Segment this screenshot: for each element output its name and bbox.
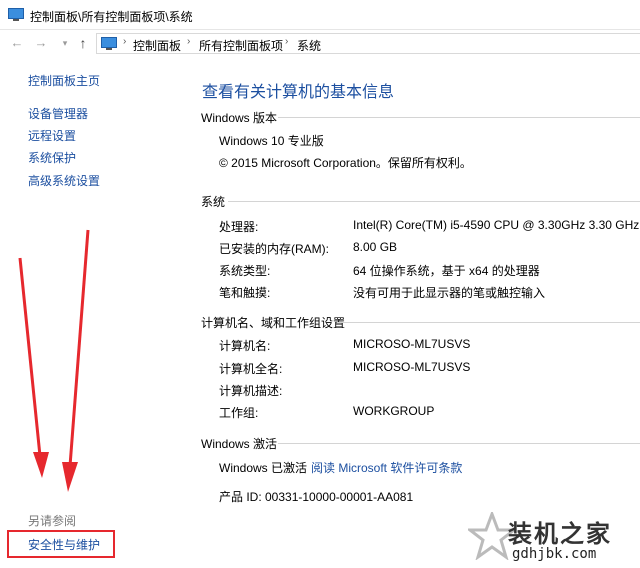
breadcrumb-all-items[interactable]: 所有控制面板项 (199, 37, 283, 54)
row-label: 工作组: (219, 406, 259, 420)
up-arrow-icon[interactable]: ↑ (74, 34, 92, 52)
main-content: 查看有关计算机的基本信息 Windows 版本 Windows 10 专业版 ©… (182, 56, 640, 568)
section-divider (337, 322, 640, 323)
recent-locations-dropdown-icon[interactable]: ▾ (56, 34, 74, 52)
row-value-ram: 8.00 GB (353, 240, 398, 254)
window-title: 控制面板\所有控制面板项\系统 (30, 10, 193, 24)
navigation-bar: ← → ▾ ↑ › 控制面板 › 所有控制面板项 › 系统 (0, 30, 640, 56)
row-value-pen-touch: 没有可用于此显示器的笔或触控输入 (353, 286, 546, 300)
row-value-processor: Intel(R) Core(TM) i5-4590 CPU @ 3.30GHz … (353, 218, 640, 232)
section-heading-activation: Windows 激活 (201, 437, 278, 451)
sidebar-control-panel-home[interactable]: 控制面板主页 (28, 72, 100, 89)
breadcrumb-separator[interactable]: › (285, 36, 288, 47)
sidebar-item-system-protection[interactable]: 系统保护 (28, 149, 76, 166)
sidebar: 控制面板主页 设备管理器 远程设置 系统保护 高级系统设置 另请参阅 安全性与维… (0, 56, 182, 568)
section-divider (228, 201, 640, 202)
sidebar-item-advanced-settings[interactable]: 高级系统设置 (28, 172, 100, 189)
row-label: 计算机全名: (219, 362, 283, 376)
edition-name: Windows 10 专业版 (219, 134, 324, 148)
activation-status: Windows 已激活 (219, 461, 308, 475)
see-also-heading: 另请参阅 (28, 514, 77, 528)
row-label: 计算机描述: (219, 384, 283, 398)
row-label: 处理器: (219, 220, 259, 234)
breadcrumb-separator[interactable]: › (123, 36, 126, 47)
license-terms-link[interactable]: 阅读 Microsoft 软件许可条款 (311, 459, 462, 476)
address-bar[interactable]: › 控制面板 › 所有控制面板项 › 系统 (96, 33, 640, 54)
row-value-system-type: 64 位操作系统，基于 x64 的处理器 (353, 264, 540, 278)
row-value-workgroup: WORKGROUP (353, 404, 435, 418)
page-title: 查看有关计算机的基本信息 (202, 84, 395, 101)
sidebar-item-device-manager[interactable]: 设备管理器 (28, 105, 88, 122)
sidebar-item-remote-settings[interactable]: 远程设置 (28, 127, 76, 144)
section-heading-system: 系统 (201, 195, 226, 209)
section-heading-computer-name: 计算机名、域和工作组设置 (201, 316, 346, 330)
product-id: 产品 ID: 00331-10000-00001-AA081 (219, 490, 414, 504)
breadcrumb-separator[interactable]: › (187, 36, 190, 47)
watermark: 装机之家 gdhjbk.com (462, 506, 640, 568)
row-label: 笔和触摸: (219, 286, 271, 300)
control-panel-icon (101, 37, 117, 50)
row-label: 计算机名: (219, 339, 271, 353)
section-heading-edition: Windows 版本 (201, 111, 278, 125)
edition-copyright: © 2015 Microsoft Corporation。保留所有权利。 (219, 156, 472, 170)
section-divider (278, 443, 640, 444)
breadcrumb-system[interactable]: 系统 (297, 37, 321, 54)
highlight-box (7, 530, 115, 558)
title-bar: 控制面板\所有控制面板项\系统 (0, 0, 640, 30)
watermark-brand: 装机之家 (508, 519, 612, 548)
forward-arrow-icon[interactable]: → (32, 34, 50, 52)
system-monitor-icon (8, 8, 24, 21)
section-divider (278, 117, 640, 118)
breadcrumb-control-panel[interactable]: 控制面板 (133, 37, 181, 54)
row-label: 系统类型: (219, 264, 271, 278)
back-arrow-icon[interactable]: ← (8, 34, 26, 52)
row-value-computer-name: MICROSO-ML7USVS (353, 337, 471, 351)
watermark-url: gdhjbk.com (512, 546, 597, 562)
row-label: 已安装的内存(RAM): (219, 242, 329, 256)
row-value-full-name: MICROSO-ML7USVS (353, 360, 471, 374)
